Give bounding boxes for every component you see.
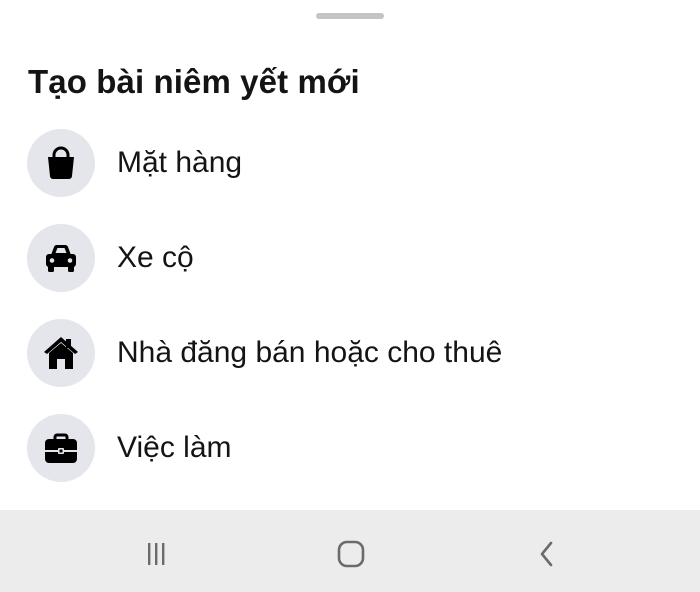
sheet-drag-handle[interactable] [316, 13, 384, 19]
icon-circle [27, 224, 95, 292]
home-button[interactable] [331, 534, 371, 574]
listing-type-list: Mặt hàng Xe cộ Nhà đăng bán hoặc cho thu… [0, 128, 700, 508]
listing-option-items[interactable]: Mặt hàng [0, 128, 700, 223]
listing-option-label: Mặt hàng [117, 146, 243, 179]
icon-circle [27, 129, 95, 197]
icon-circle [27, 319, 95, 387]
briefcase-icon [45, 433, 77, 463]
listing-option-jobs[interactable]: Việc làm [0, 413, 700, 508]
listing-option-property[interactable]: Nhà đăng bán hoặc cho thuê [0, 318, 700, 413]
recent-apps-icon [148, 543, 165, 565]
house-icon [44, 337, 78, 369]
listing-option-label: Nhà đăng bán hoặc cho thuê [117, 336, 503, 369]
listing-option-label: Xe cộ [117, 241, 194, 274]
sheet-title: Tạo bài niêm yết mới [28, 63, 360, 100]
recent-apps-button[interactable] [136, 534, 176, 574]
bottom-sheet: Tạo bài niêm yết mới Mặt hàng Xe cộ Nhà … [0, 0, 700, 510]
back-button[interactable] [527, 534, 567, 574]
back-icon [540, 541, 553, 567]
listing-option-label: Việc làm [117, 431, 232, 464]
car-icon [46, 244, 76, 272]
shopping-bag-icon [48, 146, 74, 179]
home-button-icon [337, 540, 365, 568]
android-navigation-bar [0, 510, 700, 592]
listing-option-vehicles[interactable]: Xe cộ [0, 223, 700, 318]
icon-circle [27, 414, 95, 482]
